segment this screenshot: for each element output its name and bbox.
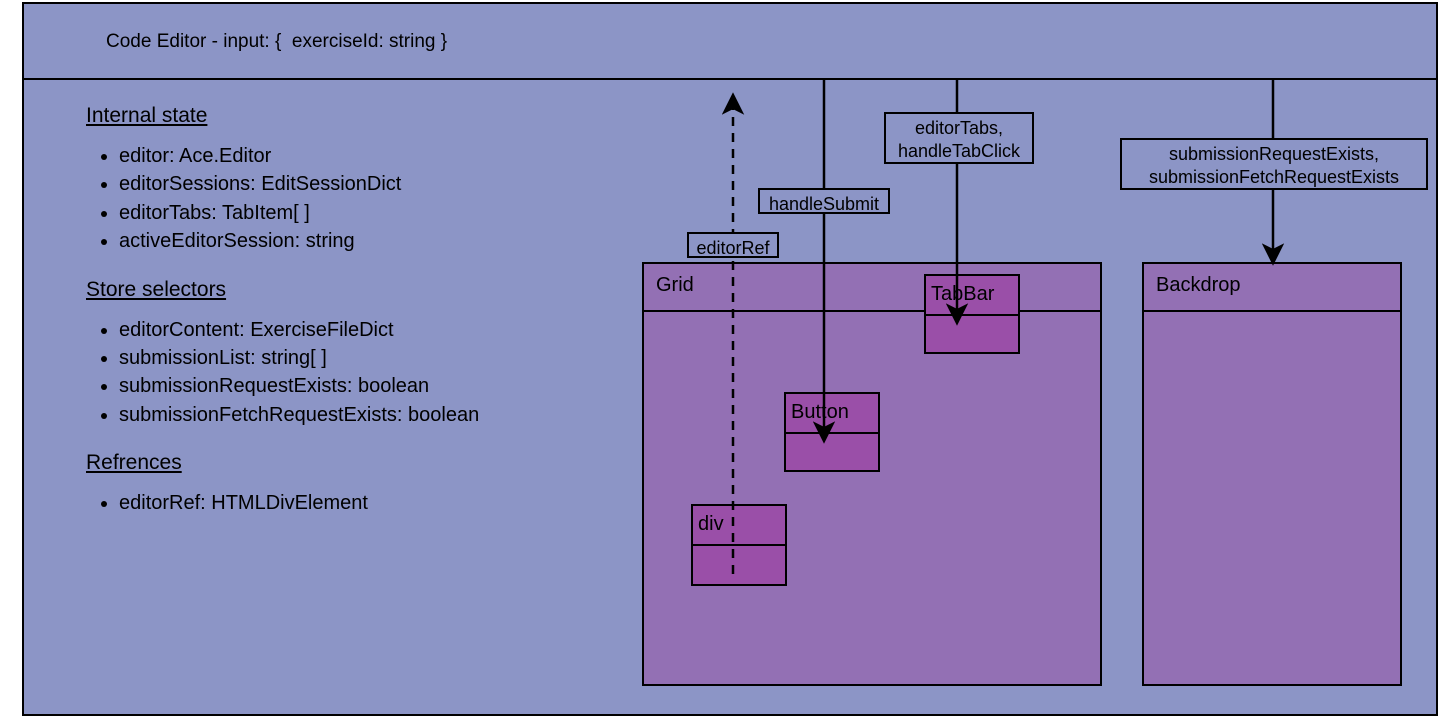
div-label: div [698, 513, 724, 535]
edge-label-submission-flags: submissionRequestExists, submissionFetch… [1120, 138, 1428, 190]
section-heading-internal-state: Internal state [86, 104, 208, 127]
tabbar-component[interactable]: TabBar [924, 274, 1020, 354]
backdrop-header: Backdrop [1144, 264, 1400, 312]
button-component[interactable]: Button [784, 392, 880, 472]
button-body [786, 434, 878, 470]
div-body [693, 546, 785, 584]
backdrop-component[interactable]: Backdrop [1142, 262, 1402, 686]
edge-label-editor-tabs: editorTabs, handleTabClick [884, 112, 1034, 164]
grid-component[interactable]: Grid TabBar Button div [642, 262, 1102, 686]
component-details-panel: Internal state editor: Ace.Editor editor… [64, 96, 644, 532]
edge-label-handle-submit: handleSubmit [758, 188, 890, 214]
list-item: activeEditorSession: string [119, 227, 644, 255]
store-selectors-list: editorContent: ExerciseFileDict submissi… [64, 316, 644, 430]
references-list: editorRef: HTMLDivElement [64, 489, 644, 517]
section-heading-references: Refrences [86, 451, 182, 475]
tabbar-body [926, 316, 1018, 352]
button-header: Button [786, 394, 878, 434]
component-header: Code Editor - input: { exerciseId: strin… [24, 4, 1436, 80]
section-heading-store-selectors: Store selectors [86, 277, 227, 301]
tabbar-label: TabBar [931, 283, 995, 305]
div-component[interactable]: div [691, 504, 787, 586]
list-item: editorContent: ExerciseFileDict [119, 316, 644, 344]
code-editor-component: Code Editor - input: { exerciseId: strin… [22, 2, 1438, 716]
grid-body: TabBar Button div [644, 274, 1100, 684]
grid-label: Grid [656, 274, 694, 296]
backdrop-body [1144, 312, 1400, 684]
list-item: editorTabs: TabItem[ ] [119, 199, 644, 227]
tabbar-header: TabBar [926, 276, 1018, 316]
grid-header: Grid [644, 264, 1100, 312]
list-item: submissionFetchRequestExists: boolean [119, 401, 644, 429]
edge-label-editor-ref: editorRef [687, 232, 779, 258]
internal-state-list: editor: Ace.Editor editorSessions: EditS… [64, 142, 644, 256]
button-label: Button [791, 401, 849, 423]
list-item: editorRef: HTMLDivElement [119, 489, 644, 517]
store-selectors-section: Store selectors editorContent: ExerciseF… [64, 270, 644, 430]
backdrop-label: Backdrop [1156, 274, 1241, 296]
internal-state-section: Internal state editor: Ace.Editor editor… [64, 96, 644, 256]
div-header: div [693, 506, 785, 546]
list-item: submissionList: string[ ] [119, 344, 644, 372]
list-item: submissionRequestExists: boolean [119, 372, 644, 400]
references-section: Refrences editorRef: HTMLDivElement [64, 443, 644, 517]
list-item: editorSessions: EditSessionDict [119, 170, 644, 198]
list-item: editor: Ace.Editor [119, 142, 644, 170]
page-title: Code Editor - input: { exerciseId: strin… [106, 31, 448, 52]
